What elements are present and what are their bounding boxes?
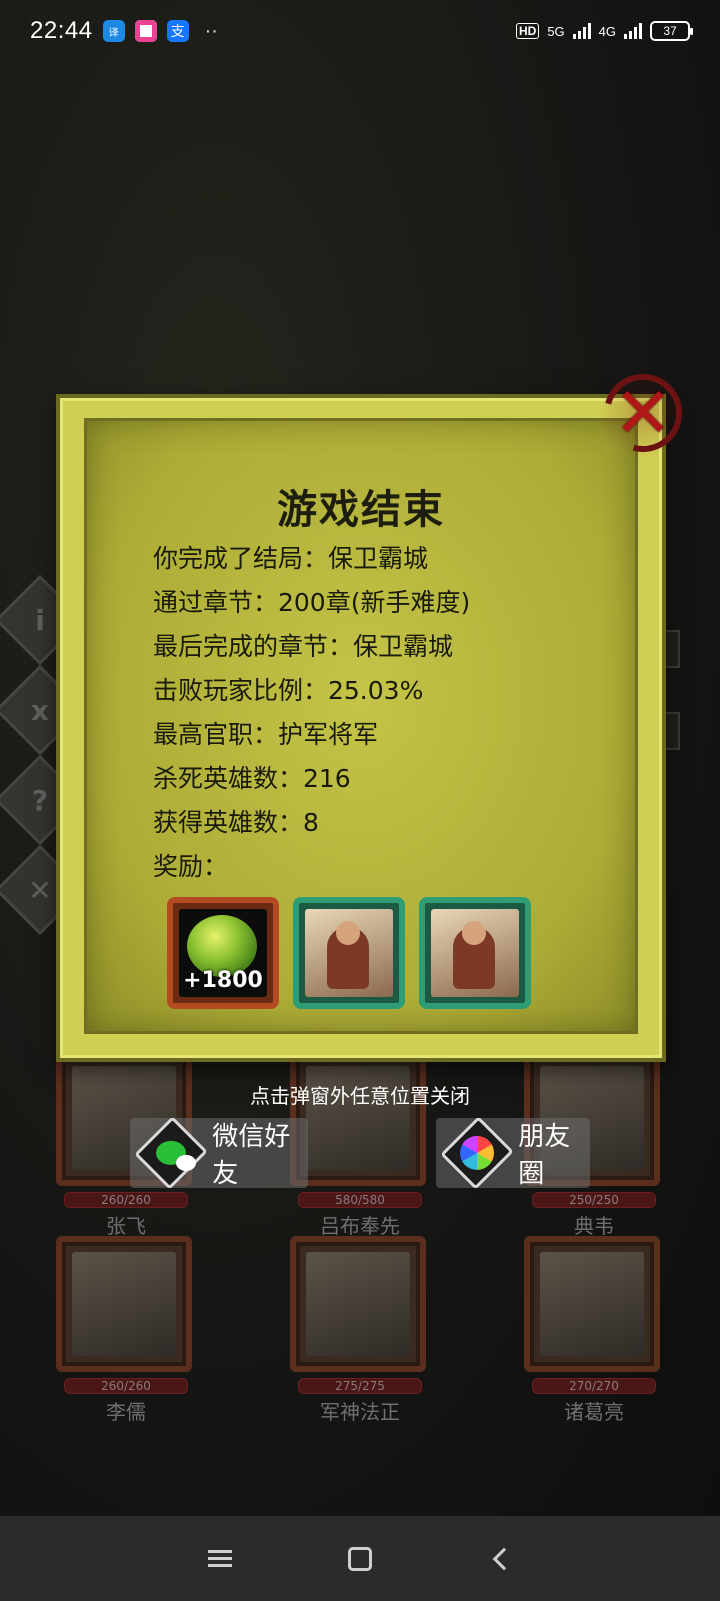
highest-rank-line: 最高官职：护军将军	[153, 720, 379, 749]
more-notifications-icon: ··	[204, 19, 218, 42]
hero-card: 275/275 军神法正	[290, 1236, 430, 1425]
hero-name: 李儒	[106, 1400, 146, 1424]
reward-hero[interactable]	[293, 897, 405, 1009]
signal-4g-icon	[624, 23, 642, 39]
translate-app-icon: 译	[102, 20, 125, 42]
defeat-ratio-line: 击败玩家比例：25.03%	[153, 676, 424, 705]
reward-hero[interactable]	[419, 897, 531, 1009]
photo-app-icon	[134, 20, 157, 42]
hero-name: 诸葛亮	[564, 1400, 624, 1424]
hero-card: 270/270 诸葛亮	[524, 1236, 664, 1425]
hero-hp: 260/260	[64, 1192, 188, 1208]
back-button[interactable]	[480, 1539, 520, 1579]
moments-icon	[440, 1116, 514, 1190]
last-chapter-line: 最后完成的章节：保卫霸城	[153, 632, 454, 661]
close-hint: 点击弹窗外任意位置关闭	[250, 1084, 470, 1108]
hero-name: 军神法正	[320, 1400, 400, 1424]
back-icon	[492, 1547, 516, 1570]
hero-name: 吕布奉先	[320, 1214, 400, 1238]
game-over-dialog: 游戏结束 你完成了结局：保卫霸城 通过章节：200章(新手难度) 最后完成的章节…	[56, 394, 666, 1062]
hero-portrait-icon	[453, 921, 495, 989]
hero-hp: 580/580	[298, 1192, 422, 1208]
hero-portrait-icon	[327, 921, 369, 989]
hero-hp: 270/270	[532, 1378, 656, 1394]
menu-icon[interactable]	[200, 1539, 240, 1579]
hero-card: 580/580 吕布奉先	[290, 1050, 430, 1239]
hero-card: 260/260 李儒	[56, 1236, 196, 1425]
status-time: 22:44	[30, 17, 93, 44]
kills-line: 杀死英雄数：216	[153, 764, 351, 793]
ending-line: 你完成了结局：保卫霸城	[153, 544, 429, 573]
share-wechat-label: 微信好友	[212, 1122, 291, 1189]
hero-portrait	[290, 1050, 426, 1186]
hero-portrait	[290, 1236, 426, 1372]
home-button[interactable]	[340, 1539, 380, 1579]
hero-portrait	[524, 1236, 660, 1372]
share-moments-button[interactable]: 朋友圈	[436, 1116, 590, 1190]
hero-hp: 260/260	[64, 1378, 188, 1394]
chapters-line: 通过章节：200章(新手难度)	[153, 588, 471, 617]
reward-label: 奖励：	[153, 852, 229, 881]
close-button[interactable]: ✕	[589, 359, 697, 467]
hero-name: 张飞	[106, 1214, 146, 1238]
system-nav-bar	[0, 1516, 720, 1601]
heroes-obtained-line: 获得英雄数：8	[153, 808, 319, 837]
share-wechat-button[interactable]: 微信好友	[130, 1116, 308, 1190]
alipay-app-icon: 支	[166, 20, 189, 42]
signal-5g-icon	[572, 23, 591, 39]
dialog-title: 游戏结束	[277, 487, 445, 533]
status-bar: 22:44 译 支 ·· HD 5G 4G 37	[0, 0, 720, 62]
home-icon	[348, 1546, 372, 1571]
dialog-panel: 游戏结束 你完成了结局：保卫霸城 通过章节：200章(新手难度) 最后完成的章节…	[84, 418, 638, 1034]
hero-portrait	[56, 1236, 192, 1372]
reward-gem[interactable]: +1800	[167, 897, 279, 1009]
network-5g-label: 5G	[547, 23, 565, 39]
network-4g-label: 4G	[598, 23, 616, 39]
share-moments-label: 朋友圈	[518, 1122, 571, 1189]
hero-hp: 250/250	[532, 1192, 656, 1208]
hero-name: 典韦	[574, 1214, 614, 1238]
wechat-icon	[134, 1116, 208, 1190]
hd-voice-icon: HD	[515, 23, 540, 39]
reward-count: +1800	[183, 968, 263, 993]
battery-icon: 37	[650, 21, 693, 41]
hero-hp: 275/275	[298, 1378, 422, 1394]
